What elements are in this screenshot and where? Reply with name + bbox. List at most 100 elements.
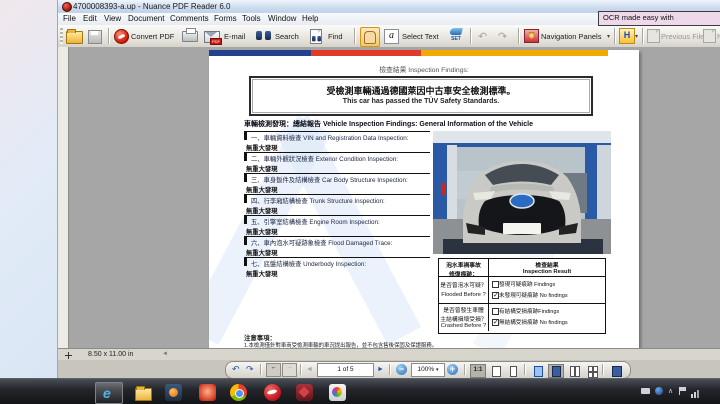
tray-printer-icon[interactable] — [641, 386, 650, 394]
next-file-icon[interactable] — [703, 29, 716, 43]
bracket-icon — [244, 132, 247, 140]
rotate-right-icon[interactable]: ↷ — [246, 364, 254, 375]
menu-help[interactable]: Help — [302, 14, 318, 23]
taskbar-chrome[interactable] — [226, 382, 252, 402]
table-header-right2: Inspection Result — [522, 269, 572, 275]
taskbar-photo-app[interactable] — [195, 382, 221, 402]
document-pane[interactable]: 檢查結果 Inspection Findings: 受檢測車輛通過德國萊因中古車… — [58, 47, 720, 348]
no-findings-checkbox[interactable] — [492, 291, 499, 299]
save-icon[interactable] — [88, 30, 102, 44]
actual-size-button[interactable]: 1:1 — [470, 364, 486, 378]
menu-document[interactable]: Document — [128, 14, 164, 23]
pass-statement-box: 受檢測車輛通過德國萊因中古車安全檢測標準。 This car has passe… — [249, 76, 593, 116]
continuous-view-button[interactable] — [548, 364, 564, 378]
facing-pages-button[interactable] — [566, 364, 582, 378]
fit-width-button[interactable] — [488, 364, 504, 378]
previous-file-icon[interactable] — [647, 29, 660, 43]
email-icon[interactable] — [204, 31, 222, 45]
fit-page-button[interactable] — [506, 364, 522, 378]
menu-window[interactable]: Window — [268, 14, 296, 23]
inspection-item: 六、車內泡水可疑跡象檢查 Flood Damaged Trace: 無重大發現 — [244, 236, 430, 257]
tray-action-center-icon[interactable] — [679, 386, 687, 395]
next-page-icon[interactable]: ► — [377, 366, 384, 373]
set-tool-icon[interactable]: SET — [448, 28, 464, 42]
single-page-view-button[interactable] — [530, 364, 546, 378]
separator — [642, 28, 643, 44]
highlight-caret-icon[interactable]: ▾ — [635, 33, 638, 40]
ocr-banner: OCR made easy with — [598, 11, 720, 26]
page-size-label: 8.50 x 11.00 in — [88, 351, 134, 358]
header-stripe-blue — [209, 50, 311, 56]
menu-edit[interactable]: Edit — [83, 14, 97, 23]
pdf-page[interactable]: 檢查結果 Inspection Findings: 受檢測車輛通過德國萊因中古車… — [209, 50, 639, 348]
rotate-left-icon[interactable]: ↶ — [232, 364, 240, 375]
no-structure-findings-label: 無結構受損痕跡 No findings — [499, 320, 568, 326]
inspection-item: 七、底盤結構檢查 Underbody Inspection: 無重大發現 — [244, 257, 430, 278]
email-button[interactable]: E-mail — [224, 32, 245, 41]
forward-view-button[interactable]: → — [282, 363, 297, 377]
print-icon[interactable] — [182, 28, 198, 42]
convert-pdf-button[interactable]: Convert PDF — [131, 32, 174, 41]
tray-app-icon[interactable] — [655, 386, 663, 395]
app-icon — [62, 2, 72, 12]
navigation-panels-button[interactable]: Navigation Panels — [541, 32, 601, 41]
previous-file-button[interactable]: Previous File — [661, 32, 704, 41]
search-icon[interactable] — [256, 31, 271, 41]
taskbar-trend-micro[interactable] — [260, 382, 286, 402]
navigation-panels-caret-icon[interactable]: ▾ — [607, 33, 610, 40]
pan-icon[interactable] — [65, 352, 72, 359]
highlight-button[interactable]: H — [619, 28, 635, 44]
window-title: 4700008393-a.up - Nuance PDF Reader 6.0 — [73, 2, 231, 11]
set-tool-label: SET — [451, 36, 461, 42]
select-text-button[interactable]: Select Text — [402, 32, 439, 41]
pass-statement-en: This car has passed the TÜV Safety Stand… — [342, 98, 500, 105]
zoom-in-button[interactable]: + — [447, 364, 458, 375]
open-icon[interactable] — [66, 29, 83, 44]
find-button[interactable]: Find — [328, 32, 343, 41]
table-header-left: 泡水車禍事故 — [446, 263, 481, 269]
structure-findings-checkbox[interactable] — [492, 308, 499, 315]
zoom-out-button[interactable]: − — [396, 364, 407, 375]
vehicle-photo — [433, 131, 611, 254]
find-icon[interactable] — [310, 29, 322, 44]
item-finding: 無重大發現 — [246, 208, 278, 215]
select-text-icon[interactable]: a — [384, 29, 399, 44]
note-line: 2.本檢測僅針對車輛檢測當時的狀況進行評估，並不代表檢測結果於交車後仍無差異。 — [244, 347, 448, 348]
item-finding: 無重大發現 — [246, 166, 278, 173]
tray-show-hidden-icon[interactable]: ∧ — [668, 387, 673, 395]
menu-comments[interactable]: Comments — [170, 14, 209, 23]
zoom-level-value: 100% — [417, 366, 435, 373]
forward-icon: → — [286, 364, 293, 371]
bracket-icon — [244, 258, 247, 266]
previous-page-icon[interactable]: ◄ — [306, 366, 313, 373]
taskbar-app-red[interactable] — [292, 382, 318, 402]
navigation-panels-icon[interactable] — [524, 29, 539, 43]
menu-tools[interactable]: Tools — [242, 14, 261, 23]
undo-icon[interactable]: ↶ — [478, 30, 487, 43]
scroll-left-icon[interactable]: ◄ — [162, 351, 168, 357]
redo-icon[interactable]: ↷ — [498, 30, 507, 43]
back-icon: ← — [270, 364, 277, 371]
menu-forms[interactable]: Forms — [214, 14, 237, 23]
hand-icon — [364, 31, 376, 44]
no-structure-findings-checkbox[interactable] — [492, 318, 499, 326]
taskbar-media-player[interactable] — [161, 382, 187, 402]
hand-tool-button[interactable] — [360, 27, 380, 47]
findings-checkbox[interactable] — [492, 281, 499, 288]
search-button[interactable]: Search — [275, 32, 299, 41]
navigation-panel-edge[interactable] — [58, 47, 69, 348]
full-screen-button[interactable] — [608, 364, 624, 378]
taskbar-internet-explorer[interactable]: e — [95, 382, 123, 404]
back-view-button[interactable]: ← — [266, 363, 281, 377]
convert-pdf-icon[interactable] — [114, 29, 129, 44]
findings-label: 發現可疑痕跡 Findings — [499, 282, 556, 288]
menu-view[interactable]: View — [104, 14, 121, 23]
taskbar-paint-app[interactable] — [325, 382, 351, 402]
taskbar-file-explorer[interactable] — [130, 382, 156, 402]
item-finding: 無重大發現 — [246, 145, 278, 152]
zoom-level-dropdown[interactable]: 100% ▾ — [411, 363, 445, 377]
menu-file[interactable]: File — [63, 14, 76, 23]
page-indicator-field[interactable]: 1 of 5 — [317, 363, 374, 377]
continuous-facing-button[interactable] — [584, 364, 600, 378]
bracket-icon — [244, 174, 247, 182]
